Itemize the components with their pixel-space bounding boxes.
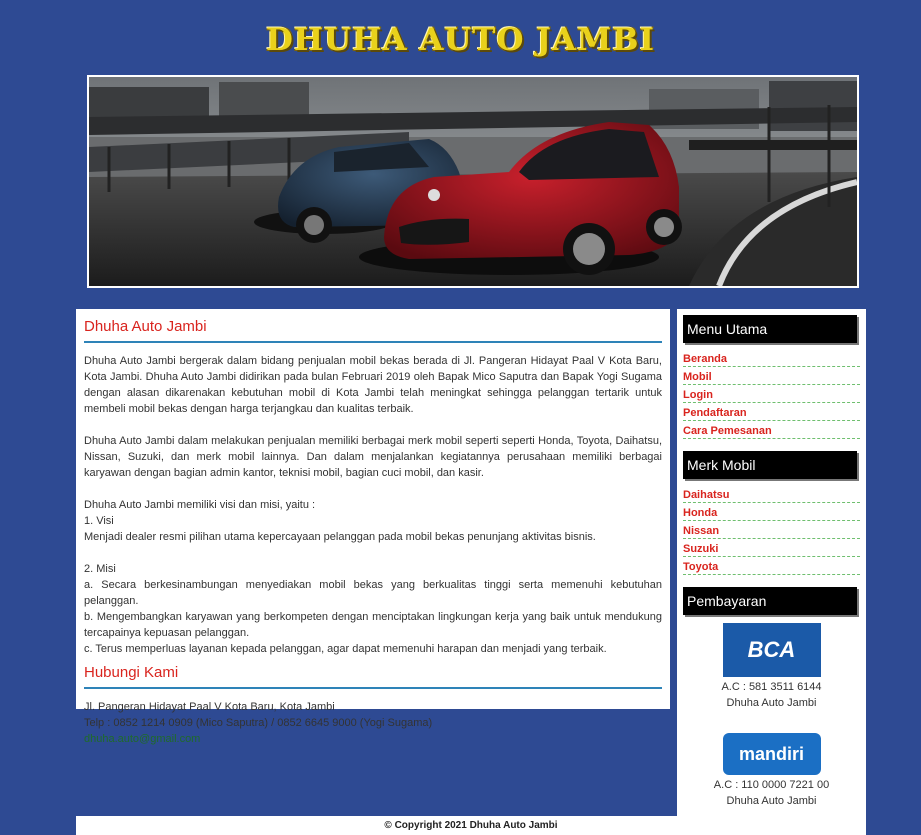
brand-link-daihatsu[interactable]: Daihatsu [683, 489, 729, 501]
brand-item-daihatsu: Daihatsu [683, 485, 860, 503]
menu-link-mobil[interactable]: Mobil [683, 371, 712, 383]
menu-link-beranda[interactable]: Beranda [683, 353, 727, 365]
mandiri-logo-text: mandiri [738, 744, 804, 764]
bca-account: A.C : 581 3511 6144 [721, 681, 822, 693]
menu-item-pendaftaran: Pendaftaran [683, 403, 860, 421]
brand-item-nissan: Nissan [683, 521, 860, 539]
misi-item: a. Secara berkesinambungan menyediakan m… [84, 579, 662, 607]
visi-text: Menjadi dealer resmi pilihan utama keper… [84, 531, 596, 543]
contact-title: Hubungi Kami [84, 663, 662, 689]
misi-item: c. Terus memperluas layanan kepada pelan… [84, 643, 607, 655]
brand-link-honda[interactable]: Honda [683, 507, 717, 519]
brand-link-nissan[interactable]: Nissan [683, 525, 719, 537]
merk-mobil-heading: Merk Mobil [683, 451, 857, 479]
visi-label: 1. Visi [84, 515, 114, 527]
main-content: Dhuha Auto Jambi Dhuha Auto Jambi berger… [76, 309, 670, 745]
contact-address: Jl. Pangeran Hidayat Paal V Kota Baru, K… [84, 701, 335, 713]
misi-item: b. Mengembangkan karyawan yang berkompet… [84, 611, 662, 639]
about-paragraph-1: Dhuha Auto Jambi bergerak dalam bidang p… [84, 355, 662, 415]
misi-label: 2. Misi [84, 563, 116, 575]
bca-account-name: Dhuha Auto Jambi [726, 697, 817, 709]
sidebar: Menu Utama Beranda Mobil Login Pendaftar… [677, 309, 866, 816]
brand-link-toyota[interactable]: Toyota [683, 561, 718, 573]
menu-item-login: Login [683, 385, 860, 403]
bca-logo: BCA [722, 623, 821, 677]
menu-link-login[interactable]: Login [683, 389, 713, 401]
menu-item-cara-pemesanan: Cara Pemesanan [683, 421, 860, 439]
about-title: Dhuha Auto Jambi [84, 317, 662, 343]
payment-bca: BCA A.C : 581 3511 6144 Dhuha Auto Jambi [683, 623, 860, 711]
brand-item-honda: Honda [683, 503, 860, 521]
contact-email: dhuha.auto@gmail.com [84, 733, 201, 745]
menu-utama-list: Beranda Mobil Login Pendaftaran Cara Pem… [683, 349, 860, 439]
contact-phone: Telp : 0852 1214 0909 (Mico Saputra) / 0… [84, 717, 433, 729]
payment-mandiri: mandiri A.C : 110 0000 7221 00 Dhuha Aut… [683, 733, 860, 809]
visi-misi-intro: Dhuha Auto Jambi memiliki visi dan misi,… [84, 499, 316, 511]
brand-item-toyota: Toyota [683, 557, 860, 575]
bca-logo-text: BCA [747, 637, 796, 662]
brand-item-suzuki: Suzuki [683, 539, 860, 557]
mandiri-account: A.C : 110 0000 7221 00 [713, 779, 830, 791]
menu-link-pendaftaran[interactable]: Pendaftaran [683, 407, 747, 419]
menu-link-cara-pemesanan[interactable]: Cara Pemesanan [683, 425, 772, 437]
menu-utama-heading: Menu Utama [683, 315, 857, 343]
footer-copyright: © Copyright 2021 Dhuha Auto Jambi [76, 816, 866, 835]
mandiri-logo: mandiri [722, 733, 821, 775]
merk-mobil-list: Daihatsu Honda Nissan Suzuki Toyota [683, 485, 860, 575]
mandiri-account-name: Dhuha Auto Jambi [726, 795, 817, 807]
brand-link-suzuki[interactable]: Suzuki [683, 543, 718, 555]
header-banner-image [87, 75, 859, 288]
site-title: DHUHA AUTO JAMBI [265, 22, 656, 58]
about-paragraph-2: Dhuha Auto Jambi dalam melakukan penjual… [84, 435, 662, 479]
pembayaran-heading: Pembayaran [683, 587, 857, 615]
menu-item-beranda: Beranda [683, 349, 860, 367]
menu-item-mobil: Mobil [683, 367, 860, 385]
